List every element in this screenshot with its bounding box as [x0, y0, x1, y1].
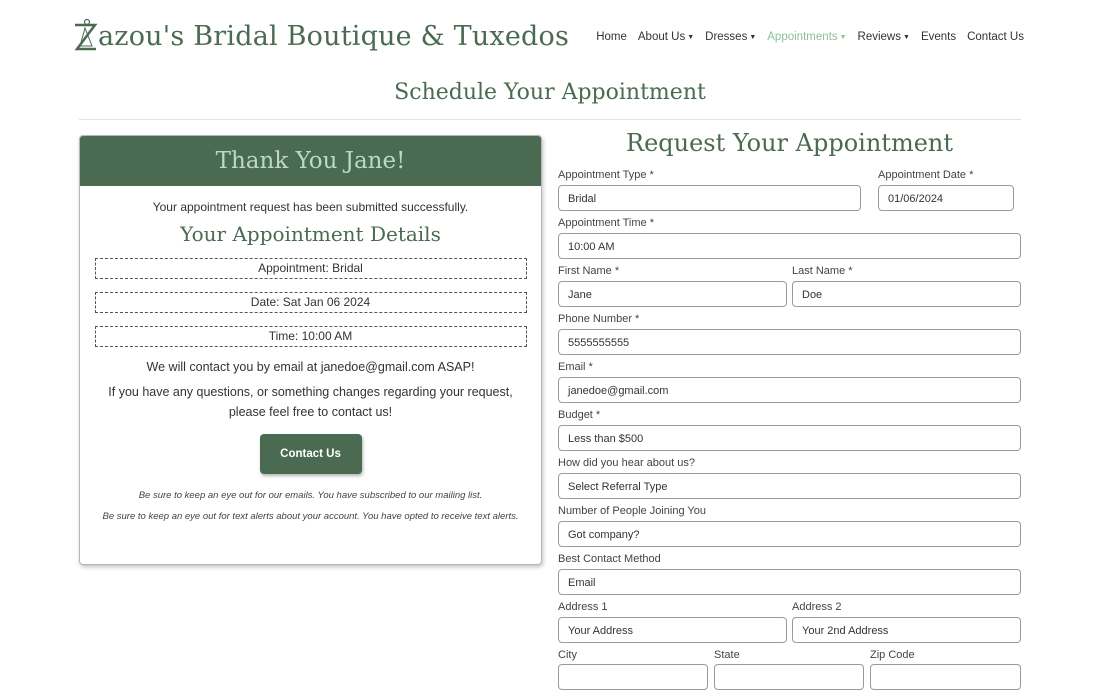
nav-dresses[interactable]: Dresses ▼ [705, 31, 756, 43]
success-message: Your appointment request has been submit… [152, 200, 469, 214]
budget-label: Budget * [558, 409, 601, 421]
phone-input[interactable]: 5555555555 [558, 329, 1021, 355]
appointment-type-label: Appointment Type * [558, 169, 654, 181]
address1-input[interactable]: Your Address [558, 617, 787, 643]
city-input[interactable] [558, 664, 708, 690]
contact-method-select[interactable]: Email [558, 569, 1021, 595]
city-label: City [558, 649, 577, 661]
people-input[interactable]: Got company? [558, 521, 1021, 547]
card-header: Thank You Jane! [80, 136, 541, 186]
address2-input[interactable]: Your 2nd Address [792, 617, 1021, 643]
page-title: Schedule Your Appointment [394, 80, 706, 105]
caret-down-icon: ▼ [903, 34, 910, 41]
nav-contact[interactable]: Contact Us [967, 31, 1024, 43]
nav-reviews[interactable]: Reviews ▼ [858, 31, 910, 43]
nav-appointments-label: Appointments [767, 31, 838, 43]
text-alert-note: Be sure to keep an eye out for text aler… [102, 511, 519, 522]
zip-input[interactable] [870, 664, 1021, 690]
nav-dresses-label: Dresses [705, 31, 748, 43]
referral-select[interactable]: Select Referral Type [558, 473, 1021, 499]
state-select[interactable] [714, 664, 864, 690]
appointment-time-label: Appointment Time * [558, 217, 654, 229]
appointment-type-select[interactable]: Bridal [558, 185, 861, 211]
address2-label: Address 2 [792, 601, 842, 613]
detail-date: Date: Sat Jan 06 2024 [94, 292, 527, 313]
main-nav: Home About Us ▼ Dresses ▼ Appointments ▼ Re… [596, 31, 1024, 43]
phone-label: Phone Number * [558, 313, 640, 325]
contact-method-label: Best Contact Method [558, 553, 661, 565]
questions-text: If you have any questions, or something … [108, 385, 513, 419]
email-input[interactable]: janedoe@gmail.com [558, 377, 1021, 403]
detail-appointment: Appointment: Bridal [94, 258, 527, 279]
form-title: Request Your Appointment [626, 129, 953, 157]
brand-logo-link[interactable]: azou's Bridal Boutique & Tuxedos [72, 14, 569, 58]
nav-home[interactable]: Home [596, 31, 627, 43]
nav-about[interactable]: About Us ▼ [638, 31, 694, 43]
zip-label: Zip Code [870, 649, 915, 661]
nav-reviews-label: Reviews [857, 31, 901, 43]
last-name-label: Last Name * [792, 265, 853, 277]
appointment-time-select[interactable]: 10:00 AM [558, 233, 1021, 259]
appointment-date-input[interactable]: 01/06/2024 [878, 185, 1014, 211]
people-label: Number of People Joining You [558, 505, 706, 517]
contact-us-button[interactable]: Contact Us [259, 434, 362, 474]
detail-time: Time: 10:00 AM [94, 326, 527, 347]
confirmation-card: Thank You Jane! Your appointment request… [79, 135, 542, 565]
email-label: Email * [558, 361, 593, 373]
nav-events[interactable]: Events [921, 31, 956, 43]
brand-name: azou's Bridal Boutique & Tuxedos [98, 20, 570, 52]
card-body: Your appointment request has been submit… [80, 200, 541, 525]
nav-appointments[interactable]: Appointments ▼ [767, 31, 846, 43]
contact-info-text: We will contact you by email at janedoe@… [146, 360, 475, 374]
caret-down-icon: ▼ [687, 34, 695, 41]
state-label: State [714, 649, 740, 661]
address1-label: Address 1 [558, 601, 608, 613]
caret-down-icon: ▼ [749, 34, 757, 41]
first-name-label: First Name * [558, 265, 620, 277]
email-note: Be sure to keep an eye out for our email… [138, 490, 483, 501]
referral-label: How did you hear about us? [558, 457, 695, 469]
first-name-input[interactable]: Jane [558, 281, 787, 307]
last-name-input[interactable]: Doe [792, 281, 1021, 307]
details-title: Your Appointment Details [180, 222, 441, 246]
bride-logo-icon [74, 18, 98, 51]
caret-down-icon: ▼ [839, 34, 847, 41]
nav-about-label: About Us [637, 31, 686, 43]
appointment-date-label: Appointment Date * [878, 169, 974, 181]
budget-select[interactable]: Less than $500 [558, 425, 1021, 451]
divider [79, 119, 1021, 120]
